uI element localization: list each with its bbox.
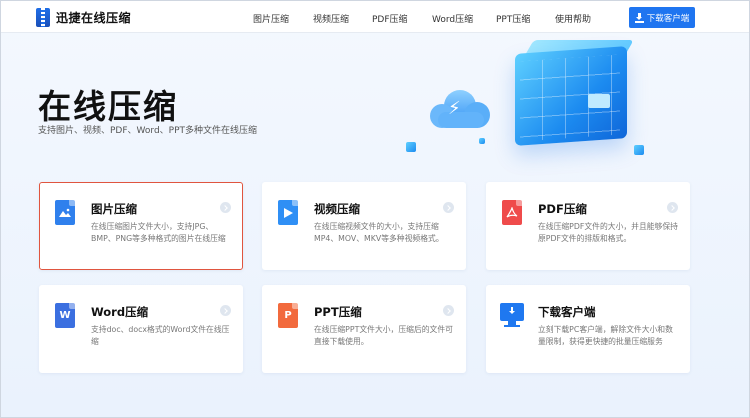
card-ppt-compress[interactable]: P PPT压缩 在线压缩PPT文件大小，压缩后的文件可直接下载使用。 — [262, 285, 466, 373]
small-cube-decor — [634, 145, 644, 155]
hero-title: 在线压缩 — [38, 87, 178, 126]
card-description: 在线压缩PPT文件大小，压缩后的文件可直接下载使用。 — [314, 325, 453, 346]
card-title: 图片压缩 — [91, 202, 137, 216]
nav-ppt-compress[interactable]: PPT压缩 — [496, 12, 530, 25]
chevron-right-icon[interactable] — [220, 202, 231, 213]
card-description: 立刻下载PC客户端，解除文件大小和数量限制，获得更快捷的批量压缩服务 — [538, 325, 673, 346]
image-file-icon — [55, 200, 75, 225]
card-description: 在线压缩图片文件大小，支持JPG、BMP、PNG等多种格式的图片在线压缩 — [91, 222, 226, 243]
card-description: 在线压缩PDF文件的大小，并且能够保持原PDF文件的排版和格式。 — [538, 222, 678, 243]
hero-subtitle: 支持图片、视频、PDF、Word、PPT多种文件在线压缩 — [38, 126, 258, 136]
nav-pdf-compress[interactable]: PDF压缩 — [372, 12, 408, 25]
card-video-compress[interactable]: 视频压缩 在线压缩视频文件的大小，支持压缩MP4、MOV、MKV等多种视频格式。 — [262, 182, 466, 270]
download-client-button[interactable]: 下载客户端 — [629, 7, 695, 28]
chevron-right-icon[interactable] — [443, 202, 454, 213]
pdf-file-icon — [502, 200, 522, 225]
card-image-compress[interactable]: 图片压缩 在线压缩图片文件大小，支持JPG、BMP、PNG等多种格式的图片在线压… — [39, 182, 243, 270]
card-title: 下载客户端 — [538, 305, 596, 319]
word-file-icon: W — [55, 303, 75, 328]
download-client-label: 下载客户端 — [646, 13, 690, 24]
small-cube-decor — [406, 142, 416, 152]
ppt-file-icon: P — [278, 303, 298, 328]
chevron-right-icon[interactable] — [220, 305, 231, 316]
nav-help[interactable]: 使用帮助 — [555, 12, 591, 25]
nav-word-compress[interactable]: Word压缩 — [432, 12, 473, 25]
video-file-icon — [278, 200, 298, 225]
card-description: 支持doc、docx格式的Word文件在线压缩 — [91, 325, 230, 346]
download-icon — [634, 13, 644, 23]
nav-image-compress[interactable]: 图片压缩 — [253, 12, 289, 25]
card-description: 在线压缩视频文件的大小，支持压缩MP4、MOV、MKV等多种视频格式。 — [314, 222, 444, 243]
card-pdf-compress[interactable]: PDF压缩 在线压缩PDF文件的大小，并且能够保持原PDF文件的排版和格式。 — [486, 182, 690, 270]
tiny-cube-decor — [479, 138, 485, 144]
chevron-right-icon[interactable] — [667, 202, 678, 213]
card-title: Word压缩 — [91, 305, 149, 319]
card-word-compress[interactable]: W Word压缩 支持doc、docx格式的Word文件在线压缩 — [39, 285, 243, 373]
top-header: 迅捷在线压缩 图片压缩 视频压缩 PDF压缩 Word压缩 PPT压缩 使用帮助… — [1, 1, 749, 33]
download-arrow-icon — [509, 307, 515, 315]
zip-logo-icon[interactable] — [36, 8, 50, 27]
card-download-client[interactable]: 下载客户端 立刻下载PC客户端，解除文件大小和数量限制，获得更快捷的批量压缩服务 — [486, 285, 690, 373]
card-title: 视频压缩 — [314, 202, 360, 216]
card-title: PPT压缩 — [314, 305, 362, 319]
nav-video-compress[interactable]: 视频压缩 — [313, 12, 349, 25]
brand-name[interactable]: 迅捷在线压缩 — [56, 9, 131, 26]
cube-lock-decor — [588, 94, 610, 108]
monitor-base-decor — [504, 325, 520, 327]
lightning-icon: ⚡ — [448, 98, 461, 119]
chevron-right-icon[interactable] — [443, 305, 454, 316]
card-title: PDF压缩 — [538, 202, 587, 216]
